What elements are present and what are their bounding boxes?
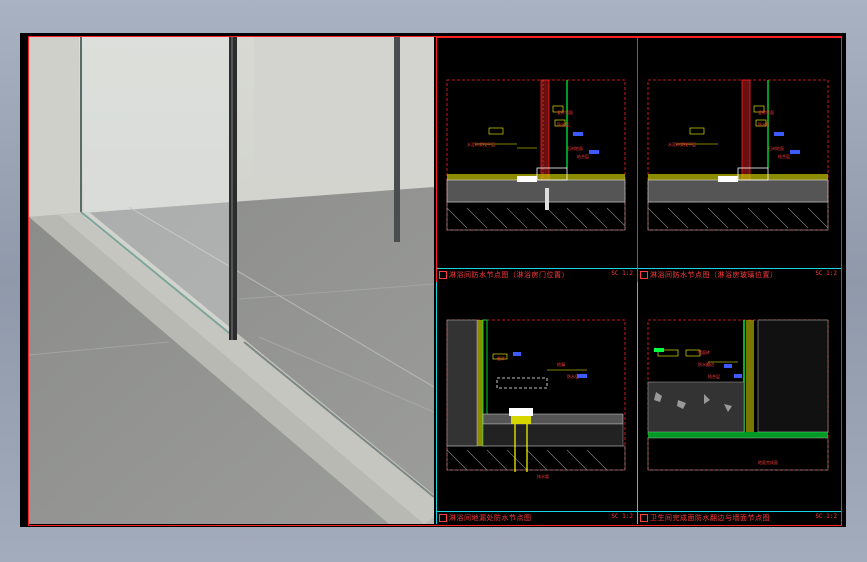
svg-text:石材地面: 石材地面 xyxy=(768,145,784,151)
svg-text:结合层: 结合层 xyxy=(708,373,720,379)
detail-scale: SC 1:2 xyxy=(611,513,633,520)
svg-text:地面完成面: 地面完成面 xyxy=(758,459,778,465)
shower-render-image xyxy=(29,37,434,524)
svg-text:结合层: 结合层 xyxy=(577,153,589,159)
detail-title-bar: 淋浴间地漏处防水节点图 SC 1:2 xyxy=(437,511,637,523)
detail-marker-icon xyxy=(640,271,648,279)
svg-text:防水层: 防水层 xyxy=(557,121,569,127)
svg-text:瓷砖墙面: 瓷砖墙面 xyxy=(557,109,573,115)
svg-text:石材地面: 石材地面 xyxy=(567,145,583,151)
detail-marker-icon xyxy=(439,514,447,522)
svg-text:水泥砂浆找平层: 水泥砂浆找平层 xyxy=(467,141,495,147)
detail-panel-wall: 墙面砖 防水翻边 结合层 地面完成面 卫生间完成面防水翻边与墙面节点图 SC 1… xyxy=(637,282,841,524)
svg-text:结合层: 结合层 xyxy=(778,153,790,159)
detail-scale: SC 1:2 xyxy=(611,270,633,277)
detail-title: 淋浴间防水节点图（淋浴房玻璃位置） xyxy=(650,271,778,279)
svg-text:地漏: 地漏 xyxy=(557,361,565,367)
svg-text:水泥砂浆找平层: 水泥砂浆找平层 xyxy=(668,141,696,147)
svg-text:排水管: 排水管 xyxy=(537,473,549,479)
detail-panel-door: 水泥砂浆找平层 瓷砖墙面 防水层 石材地面 结合层 淋浴间防水节点图（淋浴房门位… xyxy=(436,37,638,283)
detail-title-bar: 淋浴间防水节点图（淋浴房门位置） SC 1:2 xyxy=(437,268,637,280)
detail-marker-icon xyxy=(439,271,447,279)
detail-title: 淋浴间防水节点图（淋浴房门位置） xyxy=(449,271,569,279)
detail-title: 淋浴间地漏处防水节点图 xyxy=(449,514,532,522)
svg-text:瓷砖墙面: 瓷砖墙面 xyxy=(758,109,774,115)
detail-title-bar: 卫生间完成面防水翻边与墙面节点图 SC 1:2 xyxy=(638,511,841,523)
detail-title-bar: 淋浴间防水节点图（淋浴房玻璃位置） SC 1:2 xyxy=(638,268,841,280)
detail-scale: SC 1:2 xyxy=(815,270,837,277)
detail-marker-icon xyxy=(640,514,648,522)
svg-text:防水层: 防水层 xyxy=(758,121,770,127)
svg-text:防水翻边: 防水翻边 xyxy=(698,361,714,367)
detail-panel-glass: 水泥砂浆找平层 瓷砖墙面 防水层 石材地面 结合层 淋浴间防水节点图（淋浴房玻璃… xyxy=(637,37,842,283)
svg-text:瓷砖: 瓷砖 xyxy=(497,355,505,361)
cad-viewer: { "drawings": [ {"title": "淋浴间防水节点图（淋浴房门… xyxy=(0,0,867,562)
detail-scale: SC 1:2 xyxy=(815,513,837,520)
svg-text:墙面砖: 墙面砖 xyxy=(698,349,710,355)
detail-panel-drain: 地漏 防水层 瓷砖 排水管 淋浴间地漏处防水节点图 SC 1:2 xyxy=(436,282,637,524)
detail-title: 卫生间完成面防水翻边与墙面节点图 xyxy=(650,514,770,522)
